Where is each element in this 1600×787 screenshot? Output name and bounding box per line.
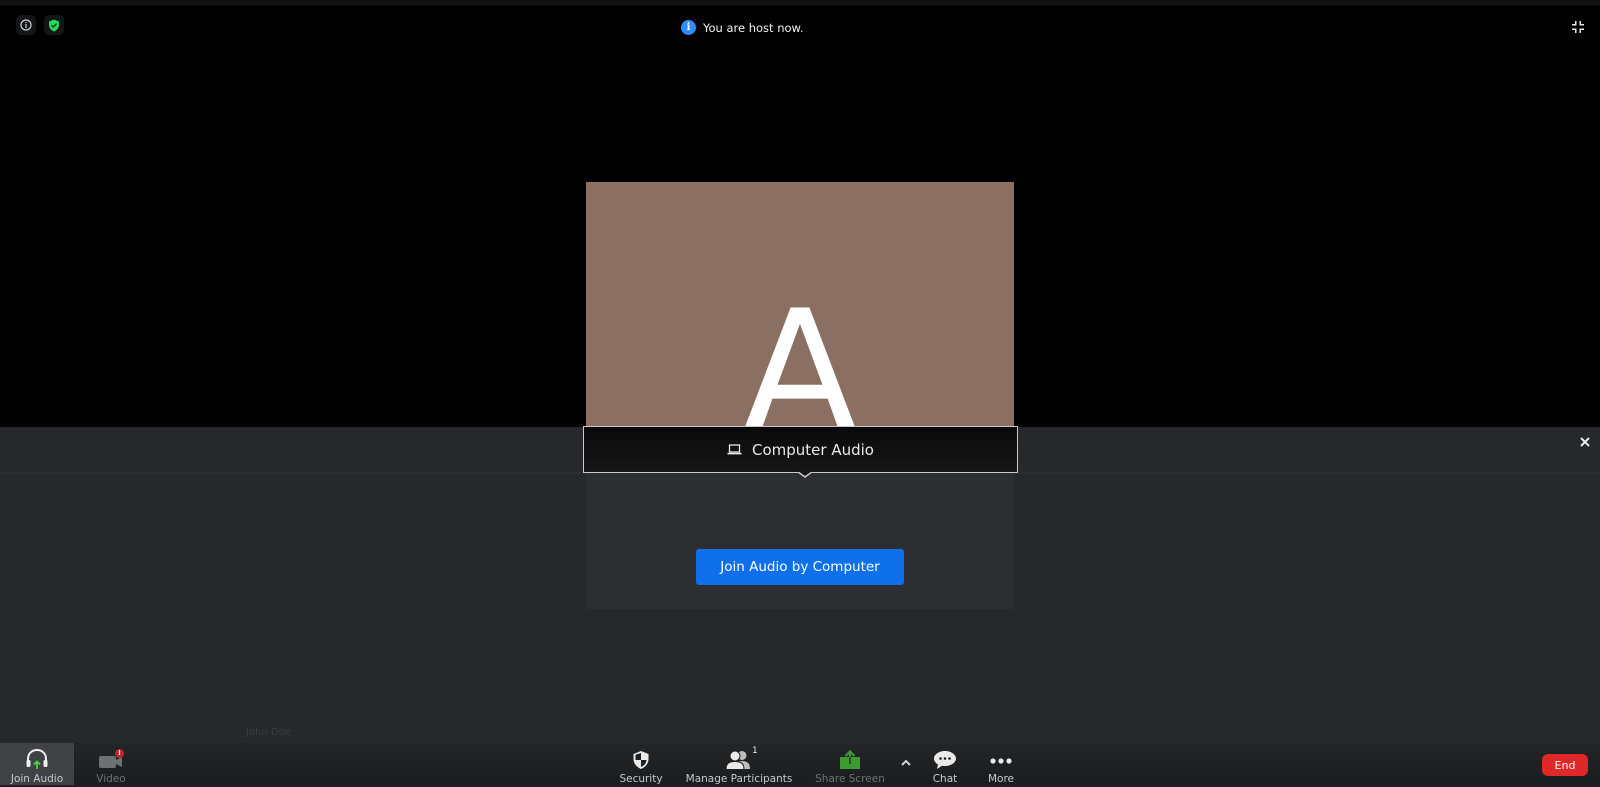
participant-name-label: John Doe — [246, 727, 291, 738]
avatar-letter: A — [742, 274, 858, 427]
host-notification: i You are host now. — [681, 20, 804, 35]
tab-pointer — [797, 471, 813, 478]
meeting-info-button[interactable] — [16, 15, 36, 35]
more-label: More — [987, 773, 1015, 785]
share-options-caret[interactable] — [900, 753, 914, 767]
start-video-button[interactable]: ! Video — [86, 743, 136, 787]
participants-icon-wrap: 1 — [725, 746, 758, 770]
more-dots-icon — [990, 758, 1012, 764]
close-icon — [1580, 437, 1590, 447]
zoom-meeting-window: i You are host now. A Computer Audio Joi… — [0, 0, 1600, 787]
share-screen-label: Share Screen — [815, 773, 885, 785]
join-audio-button[interactable]: Join Audio — [0, 743, 74, 787]
security-button[interactable]: Security — [612, 743, 670, 787]
end-meeting-button[interactable]: End — [1542, 754, 1588, 776]
share-screen-button[interactable]: Share Screen — [812, 743, 888, 787]
tab-computer-audio-label: Computer Audio — [752, 440, 874, 459]
video-alert-badge: ! — [115, 749, 124, 758]
info-filled-icon: i — [681, 20, 696, 35]
laptop-icon — [727, 444, 742, 455]
participant-video-tile: A — [586, 182, 1014, 427]
meeting-toolbar: Join Audio ! Video Security 1 Manage Par… — [0, 743, 1600, 787]
audio-option-card — [586, 474, 1014, 609]
headphones-icon — [26, 748, 48, 769]
chat-button[interactable]: Chat — [928, 743, 962, 787]
tab-computer-audio[interactable]: Computer Audio — [583, 426, 1018, 473]
close-audio-panel-button[interactable] — [1578, 437, 1592, 451]
manage-participants-button[interactable]: 1 Manage Participants — [685, 743, 793, 787]
window-top-edge — [0, 0, 1600, 5]
video-icon-wrap: ! — [98, 749, 124, 770]
chevron-up-icon — [901, 759, 911, 766]
host-notice-text: You are host now. — [703, 20, 804, 35]
security-label: Security — [619, 773, 663, 785]
encryption-status-button[interactable] — [44, 15, 64, 35]
join-audio-label: Join Audio — [10, 773, 64, 785]
participants-label: Manage Participants — [685, 773, 793, 785]
join-audio-by-computer-button[interactable]: Join Audio by Computer — [696, 549, 904, 585]
more-options-button[interactable]: More — [982, 743, 1020, 787]
chat-label: Chat — [932, 773, 958, 785]
exit-fullscreen-button[interactable] — [1572, 18, 1586, 33]
shield-check-icon — [49, 19, 59, 31]
participants-icon — [725, 750, 750, 770]
exit-fullscreen-icon — [1572, 21, 1584, 33]
security-shield-icon — [633, 751, 649, 769]
info-icon — [20, 19, 32, 31]
video-label: Video — [96, 773, 126, 785]
share-screen-icon — [840, 750, 860, 769]
chat-bubble-icon — [934, 751, 956, 769]
participants-count: 1 — [752, 746, 758, 756]
